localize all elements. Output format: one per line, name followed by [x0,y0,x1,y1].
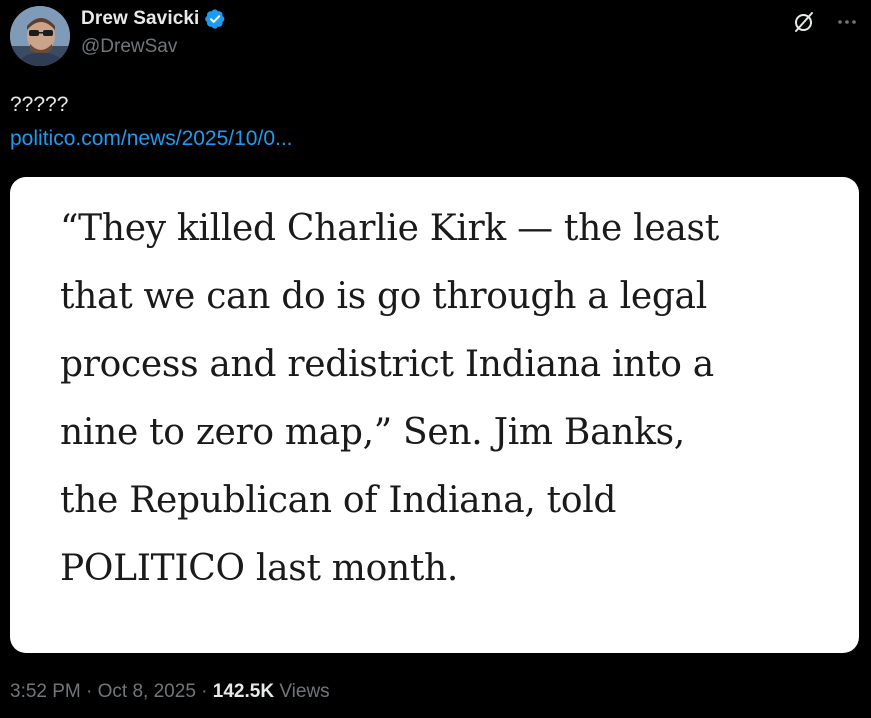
avatar[interactable] [10,6,70,66]
views-count: 142.5K [212,681,275,702]
views-label: Views [279,681,330,702]
media-image[interactable]: “They killed Charlie Kirk — the least th… [10,177,859,653]
quote-line: POLITICO last month. [60,548,459,589]
handle[interactable]: @DrewSav [81,36,226,58]
quote-text: “They killed Charlie Kirk — the least th… [60,195,840,603]
avatar-image [10,6,70,66]
tweet-link[interactable]: politico.com/news/2025/10/0... [10,126,293,152]
meta-separator: · [86,681,93,702]
quote-line: the Republican of Indiana, told [60,480,617,521]
quote-line: process and redistrict Indiana into a [60,344,714,385]
grok-icon[interactable] [792,10,816,34]
more-icon[interactable] [835,10,859,34]
tweet-date[interactable]: Oct 8, 2025 [98,681,196,702]
display-name[interactable]: Drew Savicki [81,8,199,30]
tweet-meta: 3:52 PM · Oct 8, 2025 · 142.5K Views [10,680,330,704]
verified-badge-icon[interactable] [204,8,226,30]
quote-line: nine to zero map,” Sen. Jim Banks, [60,412,685,453]
tweet-text: ????? [10,93,69,116]
tweet-header: Drew Savicki @DrewSav [0,0,871,80]
author-names: Drew Savicki @DrewSav [81,8,226,58]
quote-line: that we can do is go through a legal [60,276,707,317]
tweet-time[interactable]: 3:52 PM [10,681,81,702]
meta-separator: · [201,681,208,702]
display-name-row: Drew Savicki [81,8,226,30]
quote-line: “They killed Charlie Kirk — the least [60,208,719,249]
